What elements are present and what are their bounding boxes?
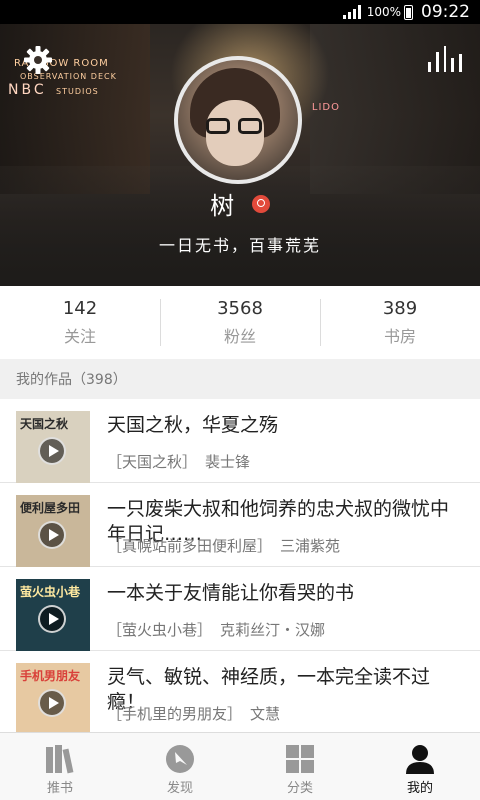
compass-icon [166,745,194,773]
play-icon[interactable] [38,605,66,633]
tab-label: 推书 [46,781,73,796]
list-item[interactable]: 天国之秋 天国之秋，华夏之殇 ［天国之秋］ 裴士锋 [0,399,480,483]
book-title: 一本关于友情能让你看哭的书 [107,582,355,604]
list-item[interactable]: 便利屋多田 一只废柴大叔和他饲养的忠犬叔的微忧中年日记…… ［真幌站前多田便利屋… [0,483,480,567]
stats-row: 142 关注 3568 粉丝 389 书房 [0,286,480,359]
bottom-tab-bar: 推书 发现 分类 我的 [0,732,480,800]
clock: 09:22 [421,2,470,22]
book-author: 裴士锋 [205,453,251,471]
cover-title: 手机男朋友 [20,669,81,683]
sign-nbc: NBC [8,82,47,98]
settings-gear-icon[interactable] [22,44,54,76]
book-cover[interactable]: 萤火虫小巷 [16,579,90,651]
book-meta: ［天国之秋］ 裴士锋 [107,451,250,472]
user-icon [406,745,434,774]
book-series: ［萤火虫小巷］ [107,621,213,639]
username: 树 [210,192,235,220]
book-meta: ［萤火虫小巷］ 克莉丝汀・汉娜 [107,619,325,640]
play-icon[interactable] [38,521,66,549]
grid-icon [286,745,314,773]
sign-studios: STUDIOS [56,87,99,96]
stat-bookroom[interactable]: 389 书房 [320,286,480,359]
profile-header: RAINBOW ROOM OBSERVATION DECK NBC STUDIO… [0,24,480,286]
books-icon [46,745,74,774]
battery-icon [404,4,413,20]
tab-category[interactable]: 分类 [240,733,360,800]
book-meta: ［手机里的男朋友］ 文慧 [107,703,280,724]
list-item[interactable]: 手机男朋友 灵气、敏锐、神经质，一本完全读不过瘾！ ［手机里的男朋友］ 文慧 [0,651,480,732]
play-icon[interactable] [38,437,66,465]
stat-label: 粉丝 [223,327,256,346]
battery-percentage: 100% [366,5,401,19]
user-motto: 一日无书，百事荒芜 [158,236,321,255]
stat-label: 关注 [63,327,96,346]
username-row: 树 [0,186,480,221]
tab-mine[interactable]: 我的 [360,733,480,800]
cover-title: 便利屋多田 [20,501,81,515]
stat-value: 389 [382,298,418,319]
tab-discover[interactable]: 发现 [120,733,240,800]
cover-title: 萤火虫小巷 [20,585,81,599]
stat-followers[interactable]: 3568 粉丝 [160,286,320,359]
tab-label: 分类 [286,781,313,796]
book-author: 克莉丝汀・汉娜 [220,621,326,639]
book-cover[interactable]: 天国之秋 [16,411,90,483]
book-cover[interactable]: 便利屋多田 [16,495,90,567]
tab-recommend[interactable]: 推书 [0,733,120,800]
stat-label: 书房 [383,327,416,346]
tab-label: 我的 [406,781,433,796]
works-list: 天国之秋 天国之秋，华夏之殇 ［天国之秋］ 裴士锋 便利屋多田 一只废柴大叔和他饲… [0,399,480,732]
list-item[interactable]: 萤火虫小巷 一本关于友情能让你看哭的书 ［萤火虫小巷］ 克莉丝汀・汉娜 [0,567,480,651]
book-meta: ［真幌站前多田便利屋］ 三浦紫苑 [107,535,340,556]
stat-value: 142 [62,298,98,319]
book-series: ［真幌站前多田便利屋］ [107,537,273,555]
tab-label: 发现 [166,781,193,796]
status-bar: 100% 09:22 [0,0,480,24]
avatar[interactable] [174,56,302,184]
statistics-bars-icon[interactable] [428,46,462,72]
book-title: 天国之秋，华夏之殇 [107,414,279,436]
cover-title: 天国之秋 [20,417,69,431]
signal-icon [342,5,361,19]
book-author: 文慧 [250,705,281,723]
book-series: ［天国之秋］ [107,453,198,471]
sign-lido: LIDO [311,102,340,113]
stat-value: 3568 [217,298,263,319]
book-author: 三浦紫苑 [280,537,341,555]
play-icon[interactable] [38,689,66,717]
background-road [0,166,480,286]
stat-following[interactable]: 142 关注 [0,286,160,359]
book-cover[interactable]: 手机男朋友 [16,663,90,732]
gender-badge-icon [251,194,270,213]
works-section-header: 我的作品（398） [0,359,480,399]
book-series: ［手机里的男朋友］ [107,705,243,723]
